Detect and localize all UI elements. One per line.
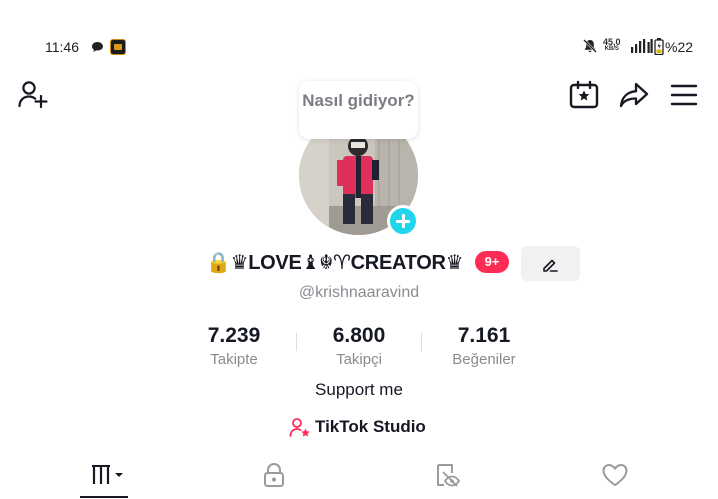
app-icon — [110, 39, 126, 55]
tab-private[interactable] — [249, 456, 297, 496]
stat-divider — [296, 333, 297, 351]
mute-bell-icon — [583, 39, 597, 53]
tab-liked[interactable] — [589, 456, 637, 496]
add-story-button[interactable] — [387, 205, 419, 237]
pencil-icon — [543, 259, 558, 272]
followers-count: 6.800 — [332, 324, 386, 347]
chat-bubble-icon — [92, 42, 103, 52]
share-arrow-icon — [619, 82, 649, 108]
creator-star-icon — [289, 418, 310, 437]
display-name: 🔒♛LOVE♝☬♈CREATOR♛ — [206, 252, 464, 274]
edit-profile-button[interactable] — [521, 246, 580, 281]
username: @krishnaaravind — [298, 284, 420, 301]
menu-icon — [670, 84, 698, 106]
lock-icon — [264, 463, 284, 487]
calendar-star-icon — [569, 80, 599, 109]
note-bubble[interactable]: Nasıl gidiyor? — [299, 81, 418, 139]
note-text: Nasıl gidiyor? — [302, 91, 415, 110]
battery-icon — [654, 38, 664, 55]
calendar-button[interactable] — [569, 80, 599, 110]
active-tab-indicator — [80, 496, 128, 498]
stat-followers[interactable]: 6.800 Takipçi — [299, 324, 419, 370]
tiktok-studio-label: TikTok Studio — [315, 417, 426, 436]
battery-percentage: %22 — [665, 39, 694, 55]
following-count: 7.239 — [207, 324, 261, 347]
likes-label: Beğeniler — [452, 351, 516, 368]
network-speed-unit: KB/S — [604, 46, 619, 52]
share-profile-button[interactable] — [618, 80, 650, 110]
stat-following[interactable]: 7.239 Takipte — [174, 324, 294, 370]
add-friend-button[interactable] — [18, 80, 50, 110]
heart-icon — [602, 464, 628, 486]
grid-bars-icon — [92, 465, 123, 484]
signal-icon — [631, 39, 653, 53]
menu-button[interactable] — [670, 82, 698, 108]
stat-divider — [421, 333, 422, 351]
repost-eye-icon — [437, 464, 461, 487]
likes-count: 7.161 — [457, 324, 511, 347]
tab-reposts[interactable] — [421, 456, 469, 496]
add-user-icon — [18, 81, 48, 109]
status-bar: 11:46 45,0 KB/S %22 — [0, 0, 718, 92]
stat-likes[interactable]: 7.161 Beğeniler — [424, 324, 544, 370]
network-speed: 45,0 KB/S — [603, 38, 621, 53]
following-label: Takipte — [210, 351, 258, 368]
followers-label: Takipçi — [336, 351, 382, 368]
status-time: 11:46 — [45, 39, 79, 55]
notification-badge[interactable]: 9+ — [475, 251, 509, 273]
tab-videos[interactable] — [80, 456, 128, 496]
bio-text: Support me — [315, 380, 403, 399]
